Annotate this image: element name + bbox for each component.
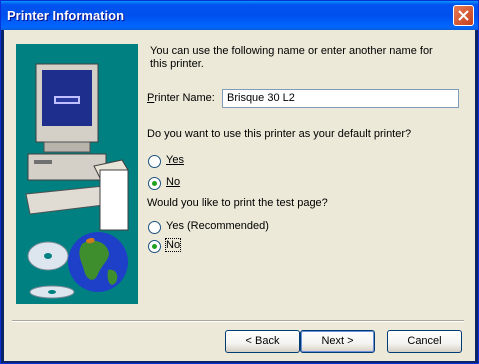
printer-name-label-rest: rinter Name: bbox=[154, 92, 215, 104]
printer-name-input[interactable]: Brisque 30 L2 bbox=[222, 89, 459, 108]
close-icon bbox=[458, 10, 469, 21]
test-yes-radio[interactable] bbox=[148, 221, 161, 234]
dialog-body: You can use the following name or enter … bbox=[4, 30, 475, 361]
printer-name-label: Printer Name: bbox=[147, 92, 215, 104]
close-button[interactable] bbox=[453, 5, 474, 26]
default-yes-text: Yes bbox=[166, 154, 184, 166]
title-bar[interactable]: Printer Information bbox=[1, 1, 478, 30]
test-yes-label[interactable]: Yes (Recommended) bbox=[166, 220, 269, 232]
test-page-question: Would you like to print the test page? bbox=[147, 197, 328, 209]
test-no-label[interactable]: No bbox=[164, 238, 182, 252]
computer-illustration bbox=[25, 63, 129, 231]
intro-text: You can use the following name or enter … bbox=[150, 45, 433, 70]
default-yes-radio[interactable] bbox=[148, 155, 161, 168]
button-separator bbox=[12, 320, 464, 322]
globe-illustration bbox=[68, 232, 128, 292]
default-no-text: No bbox=[166, 176, 181, 188]
back-button[interactable]: < Back bbox=[225, 330, 300, 353]
window-title: Printer Information bbox=[7, 8, 125, 23]
cancel-button[interactable]: Cancel bbox=[387, 330, 462, 353]
test-no-radio[interactable] bbox=[148, 240, 161, 253]
default-no-radio[interactable] bbox=[148, 177, 161, 190]
next-button[interactable]: Next > bbox=[300, 330, 375, 353]
default-printer-question: Do you want to use this printer as your … bbox=[147, 128, 412, 140]
cd-discs-illustration bbox=[27, 241, 75, 299]
dialog-window: Printer Information You can use the foll… bbox=[0, 0, 479, 364]
default-yes-label[interactable]: Yes bbox=[166, 154, 184, 166]
wizard-illustration bbox=[16, 44, 138, 304]
default-no-label[interactable]: No bbox=[166, 176, 180, 188]
